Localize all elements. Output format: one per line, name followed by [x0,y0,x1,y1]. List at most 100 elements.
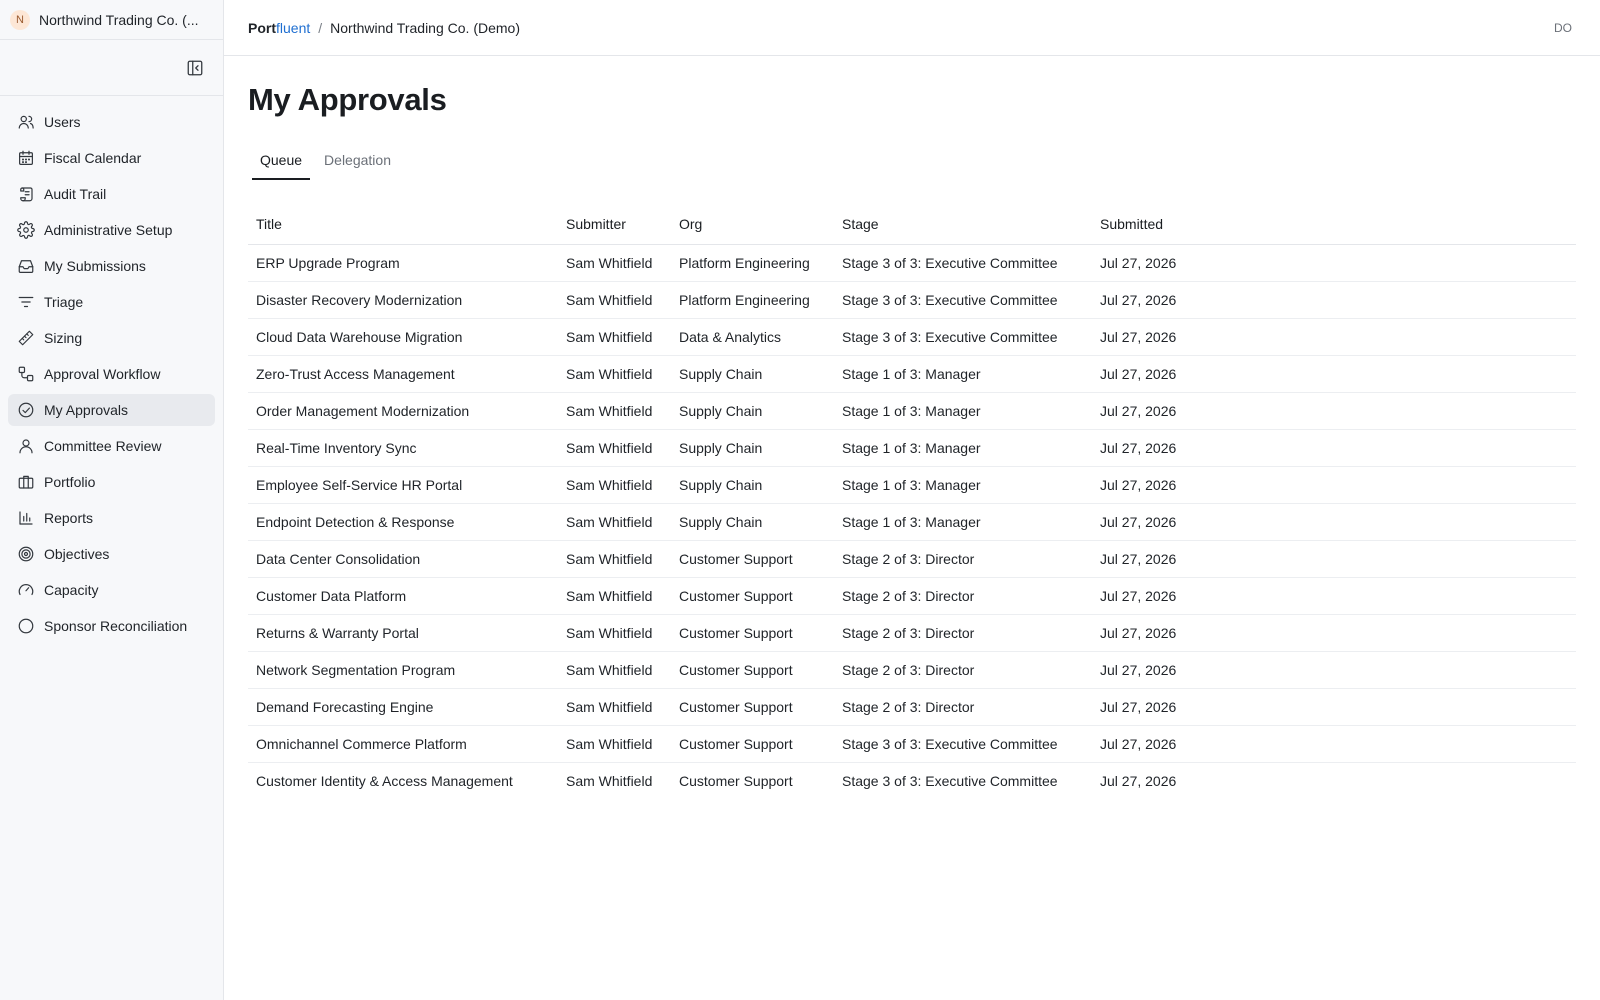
sidebar-item-label: Triage [44,294,84,310]
sidebar-item-label: Sizing [44,330,83,346]
cell-submitted: Jul 27, 2026 [1092,688,1576,726]
cell-title: Zero-Trust Access Management [248,355,558,393]
brand-accent: fluent [276,19,311,36]
sidebar-item-portfolio[interactable]: Portfolio [8,466,215,498]
approvals-table: Title Submitter Org Stage Submitted ERP … [248,206,1576,799]
table-row[interactable]: Customer Identity & Access Management Sam… [248,762,1576,799]
table-row[interactable]: Customer Data Platform Sam Whitfield Custo… [248,577,1576,615]
sidebar-item-label: Audit Trail [44,186,107,202]
table-row[interactable]: Cloud Data Warehouse Migration Sam Whitfi… [248,318,1576,356]
cell-title: Employee Self-Service HR Portal [248,466,558,504]
cell-org: Customer Support [671,614,834,652]
user-menu-button[interactable]: DO [1550,17,1576,39]
sidebar-collapse-row [0,40,223,96]
org-switcher[interactable]: N Northwind Trading Co. (... [0,0,223,40]
sidebar-item-label: Objectives [44,546,110,562]
cell-stage: Stage 2 of 3: Director [834,651,1092,689]
table-row[interactable]: Disaster Recovery Modernization Sam Whitf… [248,281,1576,319]
cell-submitted: Jul 27, 2026 [1092,429,1576,467]
sidebar-item-label: Committee Review [44,438,162,454]
cell-submitted: Jul 27, 2026 [1092,318,1576,356]
column-header-stage[interactable]: Stage [834,206,1092,245]
cell-submitted: Jul 27, 2026 [1092,355,1576,393]
cell-submitter: Sam Whitfield [558,281,671,319]
cell-org: Customer Support [671,651,834,689]
cell-submitted: Jul 27, 2026 [1092,392,1576,430]
sidebar-item-sponsor-reconciliation[interactable]: Sponsor Reconciliation [8,610,215,642]
sidebar-item-capacity[interactable]: Capacity [8,574,215,606]
cell-title: Demand Forecasting Engine [248,688,558,726]
sidebar-item-fiscal-calendar[interactable]: Fiscal Calendar [8,142,215,174]
sidebar-item-approval-workflow[interactable]: Approval Workflow [8,358,215,390]
cell-org: Customer Support [671,540,834,578]
page-content: My Approvals Queue Delegation Title Subm… [224,56,1600,799]
main-area: Portfluent / Northwind Trading Co. (Demo… [224,0,1600,1000]
target-icon [16,544,36,564]
table-row[interactable]: Order Management Modernization Sam Whitfi… [248,392,1576,430]
sidebar-item-label: Sponsor Reconciliation [44,618,188,634]
column-header-submitter[interactable]: Submitter [558,206,671,245]
table-row[interactable]: Network Segmentation Program Sam Whitfiel… [248,651,1576,689]
sidebar-item-label: Portfolio [44,474,96,490]
cell-stage: Stage 2 of 3: Director [834,688,1092,726]
cell-stage: Stage 1 of 3: Manager [834,503,1092,541]
cell-stage: Stage 3 of 3: Executive Committee [842,772,1058,789]
sidebar-item-my-approvals[interactable]: My Approvals [8,394,215,426]
org-avatar: N [10,9,30,30]
table-row[interactable]: Demand Forecasting Engine Sam Whitfield Cu… [248,688,1576,726]
sidebar-item-sizing[interactable]: Sizing [8,322,215,354]
tab-queue[interactable]: Queue [252,144,311,180]
cell-submitted: Jul 27, 2026 [1092,614,1576,652]
table-row[interactable]: Zero-Trust Access Management Sam Whitfiel… [248,355,1576,393]
calendar-icon [16,148,36,168]
sidebar-item-label: My Submissions [44,258,146,274]
sidebar-item-my-submissions[interactable]: My Submissions [8,250,215,282]
breadcrumb: Portfluent / Northwind Trading Co. (Demo… [248,20,520,36]
cell-org: Customer Support [671,725,834,763]
cell-title: Endpoint Detection & Response [248,503,558,541]
cell-org: Customer Support [671,688,834,726]
tab-delegation[interactable]: Delegation [316,144,399,180]
cell-title: Returns & Warranty Portal [248,614,558,652]
cell-submitted: Jul 27, 2026 [1092,466,1576,504]
filter-icon [16,292,36,312]
sidebar-item-users[interactable]: Users [8,106,215,138]
cell-stage: Stage 2 of 3: Director [834,577,1092,615]
table-row[interactable]: ERP Upgrade Program Sam Whitfield Platform… [248,244,1576,282]
scroll-icon [16,184,36,204]
cell-title: Network Segmentation Program [248,651,558,689]
cell-org: Supply Chain [671,466,834,504]
briefcase-icon [16,472,36,492]
table-row[interactable]: Returns & Warranty Portal Sam Whitfield Cu… [248,614,1576,652]
sidebar-item-administrative-setup[interactable]: Administrative Setup [8,214,215,246]
cell-submitted: Jul 27, 2026 [1092,281,1576,319]
sidebar-item-label: Capacity [44,582,99,598]
sidebar-item-reports[interactable]: Reports [8,502,215,534]
org-name: Northwind Trading Co. (... [39,11,199,28]
table-row[interactable]: Real-Time Inventory Sync Sam Whitfield Sup… [248,429,1576,467]
bar-chart-icon [16,508,36,528]
sidebar-item-committee-review[interactable]: Committee Review [8,430,215,462]
brand-main: Port [248,19,276,36]
table-row[interactable]: Data Center Consolidation Sam Whitfield Cu… [248,540,1576,578]
column-header-submitted[interactable]: Submitted [1092,206,1576,245]
brand-logo[interactable]: Portfluent [248,20,310,36]
table-row[interactable]: Employee Self-Service HR Portal Sam Whitf… [248,466,1576,504]
column-header-title[interactable]: Title [248,206,558,245]
cell-title: Customer Identity & Access Management [256,772,513,789]
sidebar-item-triage[interactable]: Triage [8,286,215,318]
table-row[interactable]: Omnichannel Commerce Platform Sam Whitfie… [248,725,1576,763]
cell-submitted: Jul 27, 2026 [1092,540,1576,578]
cell-submitted: Jul 27, 2026 [1092,725,1576,763]
sidebar-item-audit-trail[interactable]: Audit Trail [8,178,215,210]
gauge-icon [16,580,36,600]
sidebar-item-label: Approval Workflow [44,366,161,382]
sidebar-item-objectives[interactable]: Objectives [8,538,215,570]
cell-submitter: Sam Whitfield [558,392,671,430]
cell-submitted: Jul 27, 2026 [1092,577,1576,615]
table-row[interactable]: Endpoint Detection & Response Sam Whitfie… [248,503,1576,541]
column-header-org[interactable]: Org [671,206,834,245]
ruler-icon [16,328,36,348]
cell-stage: Stage 1 of 3: Manager [834,392,1092,430]
collapse-sidebar-icon[interactable] [183,56,207,80]
